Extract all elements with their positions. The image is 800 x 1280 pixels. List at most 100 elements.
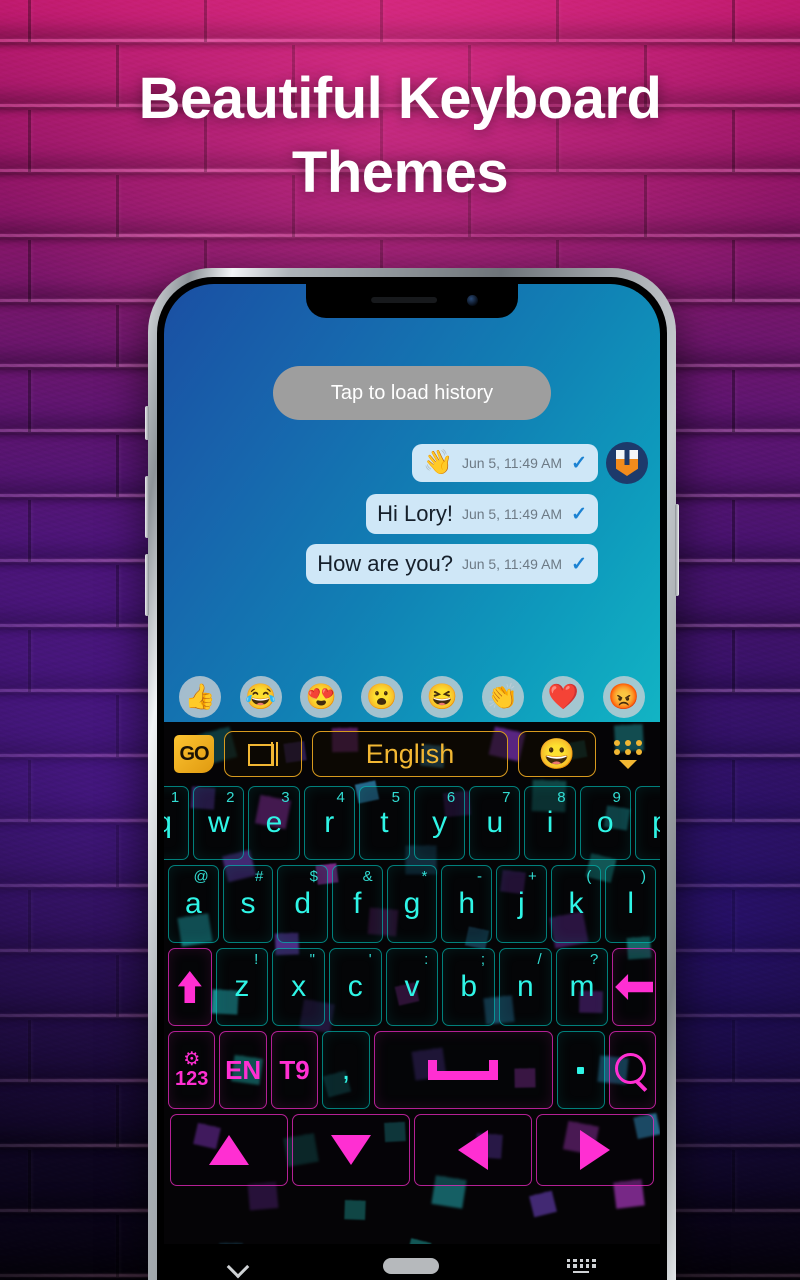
- clap-emoji[interactable]: 👏: [481, 676, 524, 718]
- key-p-label: p: [652, 806, 660, 840]
- message-bubble[interactable]: How are you? Jun 5, 11:49 AM ✓: [306, 544, 598, 584]
- key-w[interactable]: 2w: [193, 786, 245, 860]
- thumbs-up-emoji[interactable]: 👍: [179, 676, 222, 718]
- symbols-key[interactable]: ⚙ 123: [168, 1031, 216, 1109]
- key-i[interactable]: 8i: [524, 786, 576, 860]
- arrow-right-key[interactable]: [536, 1114, 654, 1186]
- key-q-label: q: [164, 806, 172, 840]
- key-k-secondary-label: (: [586, 868, 592, 885]
- language-key[interactable]: EN: [219, 1031, 267, 1109]
- key-i-secondary-label: 8: [557, 789, 566, 806]
- arrow-up-key[interactable]: [170, 1114, 288, 1186]
- keyboard-menu-icon[interactable]: [606, 739, 650, 769]
- laughing-emoji[interactable]: 😆: [421, 676, 464, 718]
- surprised-emoji[interactable]: 😮: [360, 676, 403, 718]
- key-v[interactable]: :v: [385, 948, 439, 1026]
- avatar[interactable]: [606, 442, 648, 484]
- search-icon: [615, 1053, 649, 1087]
- emoji-button[interactable]: 😀: [518, 731, 596, 777]
- key-q[interactable]: 1q: [164, 786, 190, 860]
- switch-keyboard-icon[interactable]: [566, 1258, 596, 1274]
- hide-keyboard-icon[interactable]: [228, 1259, 254, 1273]
- key-h-secondary-label: -: [477, 868, 483, 885]
- key-z[interactable]: ! z: [215, 948, 269, 1026]
- home-indicator-pill[interactable]: [382, 1258, 439, 1274]
- space-icon: [428, 1060, 499, 1080]
- key-g[interactable]: * g: [386, 865, 438, 943]
- key-y-label: y: [432, 806, 448, 839]
- key-k[interactable]: (k: [550, 865, 602, 943]
- space-key[interactable]: [373, 1031, 554, 1109]
- key-f[interactable]: & f: [332, 865, 383, 943]
- load-history-button[interactable]: Tap to load history: [273, 366, 551, 420]
- message-row: Hi Lory! Jun 5, 11:49 AM ✓: [164, 494, 652, 534]
- volume-down-button[interactable]: [145, 554, 149, 616]
- key-t[interactable]: 5t: [358, 786, 411, 860]
- key-r-secondary-label: 4: [336, 789, 345, 806]
- key-k-label: k: [568, 887, 584, 920]
- emoji-quick-bar: 👍 😂 😍 😮 😆 👏 ❤️ 😡: [164, 672, 660, 722]
- phone-notch: [306, 284, 518, 318]
- key-x[interactable]: " x: [272, 948, 325, 1026]
- key-a-secondary-label: @: [193, 868, 209, 885]
- heart-eyes-emoji[interactable]: 😍: [300, 676, 343, 718]
- keyboard-key-rows: 1q2w3e4r5t6y7u8i9o0p @a#s$d&f*g-h+j(k)l …: [164, 786, 660, 1186]
- key-t-secondary-label: 5: [391, 789, 401, 806]
- comma-key[interactable]: ,: [322, 1031, 370, 1109]
- period-key[interactable]: [557, 1031, 605, 1109]
- symbols-key-label: 123: [175, 1068, 209, 1091]
- joy-emoji[interactable]: 😂: [239, 676, 282, 718]
- key-v-label: v: [404, 970, 420, 1003]
- key-m[interactable]: ? m: [555, 948, 609, 1026]
- down-arrow-icon: [331, 1135, 371, 1165]
- key-n-secondary-label: /: [537, 951, 542, 968]
- power-button[interactable]: [675, 504, 679, 596]
- go-keyboard-logo-icon[interactable]: GO: [174, 735, 214, 773]
- message-bubble[interactable]: 👋 Jun 5, 11:49 AM ✓: [412, 444, 598, 482]
- key-o[interactable]: 9o: [579, 786, 631, 860]
- key-e[interactable]: 3e: [248, 786, 300, 860]
- key-n[interactable]: / n: [499, 948, 552, 1026]
- key-b-secondary-label: ;: [480, 951, 485, 968]
- mute-switch-button[interactable]: [145, 406, 149, 440]
- volume-up-button[interactable]: [145, 476, 149, 538]
- period-icon: [577, 1066, 585, 1074]
- search-key[interactable]: [608, 1031, 656, 1109]
- up-arrow-icon: [209, 1135, 249, 1165]
- key-h[interactable]: -h: [441, 865, 493, 943]
- key-l[interactable]: ) l: [605, 865, 657, 943]
- key-l-secondary-label: ): [641, 868, 647, 885]
- shift-key[interactable]: [168, 948, 212, 1026]
- message-bubble[interactable]: Hi Lory! Jun 5, 11:49 AM ✓: [366, 494, 598, 534]
- arrow-down-key[interactable]: [292, 1114, 410, 1186]
- phone-mockup: Tap to load history 👋 Jun 5, 11:49 AM ✓ Hi …: [145, 268, 679, 1280]
- language-button[interactable]: English: [312, 731, 508, 777]
- heart-bokeh-particle: [344, 1200, 366, 1220]
- t9-key[interactable]: T9: [270, 1031, 319, 1109]
- angry-emoji[interactable]: 😡: [602, 676, 645, 718]
- keyboard-row-4: ⚙ 123 EN T9 ,: [166, 1031, 658, 1109]
- key-w-secondary-label: 2: [226, 789, 235, 806]
- backspace-key[interactable]: [612, 948, 656, 1026]
- key-p[interactable]: 0p: [634, 786, 660, 860]
- key-c[interactable]: ' c: [328, 948, 382, 1026]
- avatar-shield-icon: [616, 450, 638, 476]
- message-row: How are you? Jun 5, 11:49 AM ✓: [164, 544, 652, 584]
- key-s[interactable]: # s: [222, 865, 274, 943]
- red-heart-emoji[interactable]: ❤️: [542, 676, 585, 718]
- key-a[interactable]: @ a: [168, 865, 219, 943]
- key-b[interactable]: ; b: [442, 948, 495, 1026]
- key-d[interactable]: $ d: [277, 865, 329, 943]
- key-r[interactable]: 4r: [303, 786, 355, 860]
- arrow-left-key[interactable]: [414, 1114, 532, 1186]
- key-j-label: j: [518, 887, 525, 920]
- key-f-secondary-label: &: [362, 868, 373, 885]
- key-u-label: u: [486, 806, 504, 839]
- key-y[interactable]: 6y: [414, 786, 466, 860]
- key-d-secondary-label: $: [309, 868, 319, 885]
- key-u[interactable]: 7u: [469, 786, 521, 860]
- key-m-label: m: [569, 970, 595, 1003]
- theme-button[interactable]: [224, 731, 302, 777]
- key-j[interactable]: + j: [496, 865, 547, 943]
- key-w-label: w: [207, 806, 230, 839]
